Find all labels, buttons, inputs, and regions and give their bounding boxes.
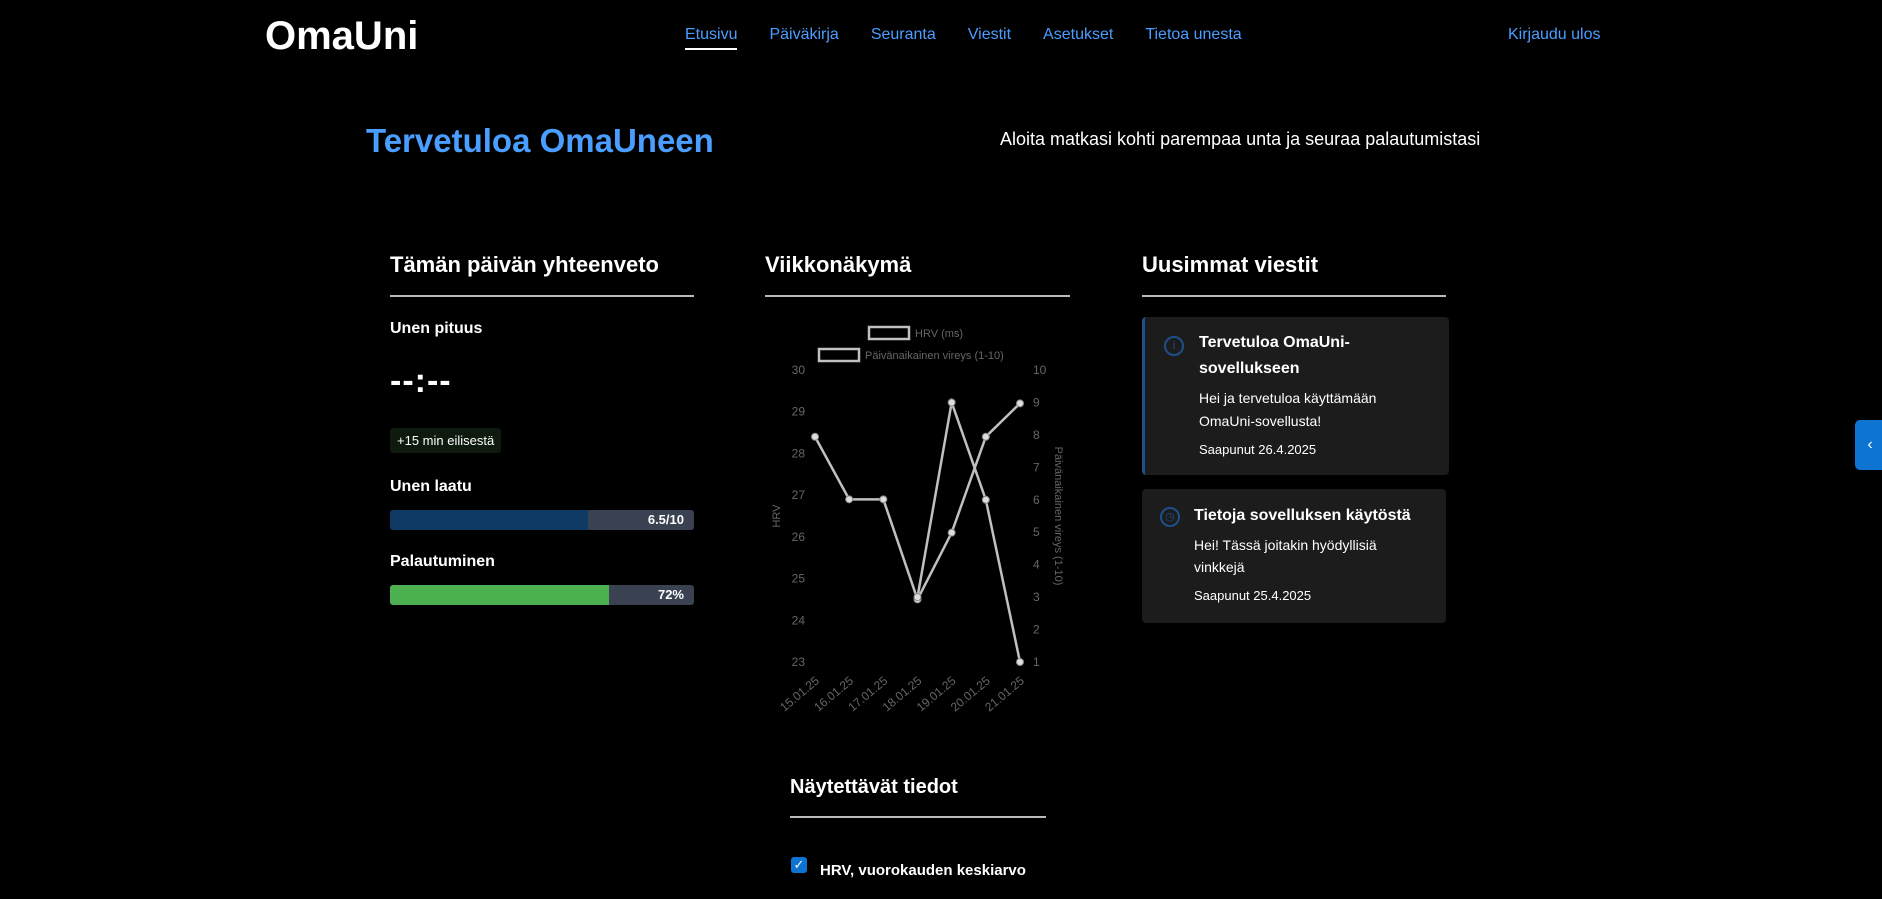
weekly-divider	[765, 295, 1070, 297]
recovery-label: Palautuminen	[390, 553, 495, 570]
message-body: OmaUni-sovellusta!	[1199, 413, 1322, 429]
y-tick-label: 30	[792, 363, 806, 377]
nav-viestit[interactable]: Viestit	[968, 26, 1011, 50]
y-tick-label: 24	[792, 613, 806, 627]
y2-axis-label: Päivänaikainen vireys (1-10)	[1052, 447, 1064, 586]
summary-heading: Tämän päivän yhteenveto	[390, 252, 659, 277]
y2-tick-label: 2	[1033, 623, 1040, 637]
data-point	[811, 432, 819, 441]
main-nav: Etusivu Päiväkirja Seuranta Viestit Aset…	[685, 26, 1242, 50]
message-date: Saapunut 26.4.2025	[1199, 442, 1317, 457]
clock-icon: ◷	[1160, 507, 1180, 527]
y2-tick-label: 6	[1033, 493, 1040, 507]
message-title: sovellukseen	[1199, 360, 1300, 377]
side-panel-toggle[interactable]: ‹	[1855, 420, 1882, 470]
page-subtitle: Aloita matkasi kohti parempaa unta ja se…	[1000, 129, 1481, 149]
nav-asetukset[interactable]: Asetukset	[1043, 26, 1113, 50]
info-icon: i	[1164, 336, 1184, 356]
sleep-quality-fill	[390, 510, 588, 530]
sleep-length-value: --:--	[390, 362, 452, 400]
data-point	[981, 432, 990, 441]
sleep-length-label: Unen pituus	[390, 320, 483, 337]
nav-paivakirja[interactable]: Päiväkirja	[769, 26, 838, 50]
nav-tietoa-unesta[interactable]: Tietoa unesta	[1145, 26, 1241, 50]
chevron-left-icon: ‹	[1867, 436, 1873, 453]
legend-swatch-vireys	[817, 347, 861, 363]
y2-tick-label: 1	[1033, 655, 1040, 669]
data-point	[1016, 658, 1024, 666]
y-tick-label: 29	[792, 405, 806, 419]
series-line-vireys	[916, 397, 1022, 663]
recovery-fill	[390, 585, 609, 605]
data-point	[879, 495, 888, 504]
message-body: vinkkejä	[1194, 559, 1245, 575]
y2-tick-label: 10	[1033, 363, 1047, 377]
y2-tick-label: 4	[1033, 558, 1040, 572]
data-point	[913, 593, 922, 602]
nav-seuranta[interactable]: Seuranta	[871, 26, 936, 50]
messages-divider	[1142, 295, 1446, 297]
sleep-quality-bar: 6.5/10	[390, 510, 694, 530]
nav-etusivu[interactable]: Etusivu	[685, 26, 738, 50]
hrv-checkbox-label[interactable]: HRV, vuorokauden keskiarvo	[820, 862, 1026, 879]
data-point	[947, 398, 956, 407]
message-date: Saapunut 25.4.2025	[1194, 588, 1312, 603]
legend-label-hrv: HRV (ms)	[915, 328, 963, 340]
message-card[interactable]: ◷ Tietoja sovelluksen käytöstä Hei! Täss…	[1142, 489, 1446, 623]
data-point	[1016, 399, 1024, 408]
x-tick-label: 21.01.25	[982, 673, 1027, 714]
y2-tick-label: 8	[1033, 428, 1040, 442]
y-tick-label: 25	[792, 572, 806, 586]
message-title: Tietoja sovelluksen käytöstä	[1194, 507, 1411, 524]
message-card[interactable]: i Tervetuloa OmaUni- sovellukseen Hei ja…	[1142, 317, 1449, 475]
data-point	[947, 528, 956, 537]
summary-divider	[390, 295, 694, 297]
y-axis-label: HRV	[771, 504, 783, 528]
display-settings-heading: Näytettävät tiedot	[790, 776, 958, 798]
y-tick-label: 27	[792, 488, 806, 502]
y-tick-label: 28	[792, 446, 806, 460]
legend-swatch-hrv	[867, 325, 911, 341]
data-point	[845, 495, 854, 504]
legend-label-vireys: Päivänaikainen vireys (1-10)	[865, 350, 1004, 362]
messages-heading: Uusimmat viestit	[1142, 252, 1319, 277]
sleep-quality-label: Unen laatu	[390, 478, 472, 495]
y2-tick-label: 7	[1033, 460, 1040, 474]
y2-tick-label: 3	[1033, 590, 1040, 604]
message-title: Tervetuloa OmaUni-	[1199, 334, 1350, 351]
sleep-change-badge: +15 min eilisestä	[390, 428, 502, 453]
message-body: Hei ja tervetuloa käyttämään	[1199, 390, 1377, 406]
recovery-value: 72%	[657, 587, 684, 602]
message-body: Hei! Tässä joitakin hyödyllisiä	[1194, 537, 1377, 553]
sleep-quality-value: 6.5/10	[647, 512, 684, 527]
recovery-bar: 72%	[390, 585, 694, 605]
y-tick-label: 26	[792, 530, 806, 544]
app-logo[interactable]: OmaUni	[265, 14, 418, 59]
page-title: Tervetuloa OmaUneen	[366, 122, 714, 159]
weekly-chart: HRV (ms)Päivänaikainen vireys (1-10)2324…	[771, 325, 1064, 714]
hrv-checkbox[interactable]: ✓	[791, 857, 807, 873]
weekly-heading: Viikkonäkymä	[765, 252, 912, 277]
y2-tick-label: 5	[1033, 525, 1040, 539]
display-settings-divider	[790, 816, 1046, 818]
y-tick-label: 23	[792, 655, 806, 669]
logout-link[interactable]: Kirjaudu ulos	[1508, 26, 1601, 44]
y2-tick-label: 9	[1033, 395, 1040, 409]
data-point	[981, 495, 990, 504]
